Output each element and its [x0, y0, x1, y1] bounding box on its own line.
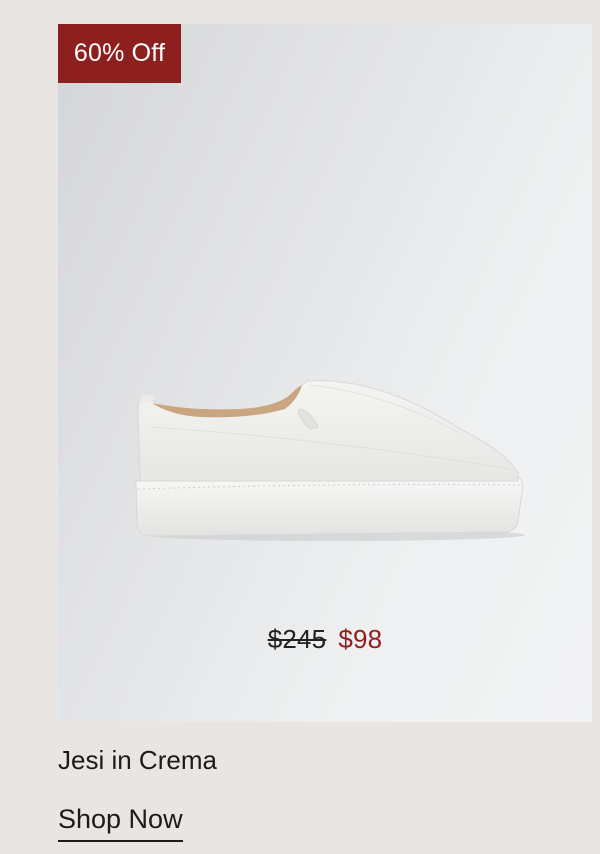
original-price: $245 — [267, 624, 327, 654]
product-card[interactable]: 60% Off $245 $98 Jesi in Crema Shop Now — [0, 0, 600, 854]
sale-price: $98 — [338, 624, 383, 654]
product-image-panel[interactable]: 60% Off $245 $98 — [58, 24, 592, 722]
shop-now-link[interactable]: Shop Now — [58, 804, 183, 842]
discount-badge: 60% Off — [58, 24, 181, 83]
product-name[interactable]: Jesi in Crema — [58, 745, 217, 776]
sneaker-image — [135, 380, 525, 541]
price-row: $245 $98 — [58, 624, 592, 655]
